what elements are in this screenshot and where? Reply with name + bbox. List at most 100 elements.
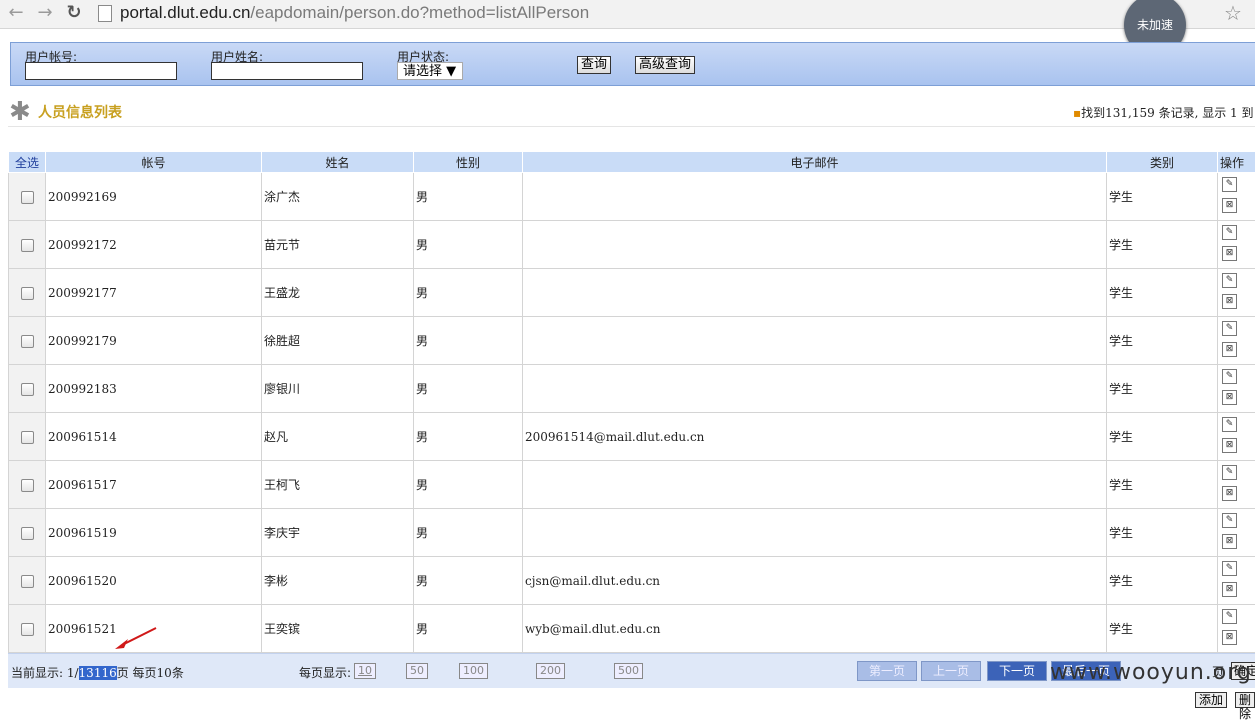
- cell-actions: ✎⊠: [1218, 269, 1255, 317]
- delete-icon[interactable]: ⊠: [1222, 198, 1237, 213]
- watermark: www.wooyun.org: [1050, 660, 1252, 685]
- edit-icon[interactable]: ✎: [1222, 609, 1237, 624]
- first-page-button[interactable]: 第一页: [857, 661, 917, 681]
- header-gender: 性别: [414, 152, 523, 173]
- address-bar[interactable]: portal.dlut.edu.cn/eapdomain/person.do?m…: [120, 2, 589, 24]
- row-checkbox[interactable]: [21, 383, 34, 396]
- page-size-500[interactable]: 500: [614, 663, 643, 679]
- header-type: 类别: [1107, 152, 1218, 173]
- edit-icon[interactable]: ✎: [1222, 465, 1237, 480]
- row-checkbox-cell: [9, 461, 46, 509]
- header-name: 姓名: [262, 152, 414, 173]
- status-select[interactable]: 请选择 ▼: [397, 62, 463, 80]
- edit-icon[interactable]: ✎: [1222, 417, 1237, 432]
- delete-icon[interactable]: ⊠: [1222, 390, 1237, 405]
- delete-icon[interactable]: ⊠: [1222, 486, 1237, 501]
- row-checkbox-cell: [9, 557, 46, 605]
- row-checkbox-cell: [9, 413, 46, 461]
- forward-arrow-icon[interactable]: →: [35, 2, 55, 24]
- cell-type: 学生: [1107, 461, 1218, 509]
- cell-type: 学生: [1107, 317, 1218, 365]
- select-all-header[interactable]: 全选: [9, 152, 46, 173]
- row-checkbox[interactable]: [21, 191, 34, 204]
- cell-name: 李庆宇: [262, 509, 414, 557]
- cell-type: 学生: [1107, 173, 1218, 221]
- edit-icon[interactable]: ✎: [1222, 561, 1237, 576]
- cell-gender: 男: [414, 605, 523, 653]
- edit-icon[interactable]: ✎: [1222, 369, 1237, 384]
- page-size-200[interactable]: 200: [536, 663, 565, 679]
- page-size-50[interactable]: 50: [406, 663, 428, 679]
- advanced-query-button[interactable]: 高级查询: [635, 56, 695, 74]
- row-checkbox-cell: [9, 269, 46, 317]
- row-checkbox[interactable]: [21, 623, 34, 636]
- row-checkbox[interactable]: [21, 479, 34, 492]
- cell-actions: ✎⊠: [1218, 221, 1255, 269]
- row-checkbox-cell: [9, 173, 46, 221]
- edit-icon[interactable]: ✎: [1222, 273, 1237, 288]
- cell-name: 王柯飞: [262, 461, 414, 509]
- delete-icon[interactable]: ⊠: [1222, 438, 1237, 453]
- row-checkbox[interactable]: [21, 287, 34, 300]
- cell-type: 学生: [1107, 557, 1218, 605]
- cell-account: 200992177: [46, 269, 262, 317]
- cell-email: [523, 509, 1107, 557]
- delete-icon[interactable]: ⊠: [1222, 246, 1237, 261]
- cell-email: wyb@mail.dlut.edu.cn: [523, 605, 1107, 653]
- edit-icon[interactable]: ✎: [1222, 225, 1237, 240]
- total-pages: 13116: [79, 666, 117, 680]
- delete-icon[interactable]: ⊠: [1222, 342, 1237, 357]
- edit-icon[interactable]: ✎: [1222, 321, 1237, 336]
- table-row: 200992179徐胜超男学生✎⊠: [9, 317, 1255, 365]
- asterisk-icon: ✱: [9, 100, 31, 124]
- cell-name: 廖银川: [262, 365, 414, 413]
- next-page-button[interactable]: 下一页: [987, 661, 1047, 681]
- cell-email: 200961514@mail.dlut.edu.cn: [523, 413, 1107, 461]
- row-checkbox-cell: [9, 605, 46, 653]
- cell-email: [523, 173, 1107, 221]
- delete-icon[interactable]: ⊠: [1222, 630, 1237, 645]
- prev-page-button[interactable]: 上一页: [921, 661, 981, 681]
- per-page-label: 每页显示:: [299, 664, 351, 681]
- delete-icon[interactable]: ⊠: [1222, 534, 1237, 549]
- row-checkbox-cell: [9, 509, 46, 557]
- cell-email: cjsn@mail.dlut.edu.cn: [523, 557, 1107, 605]
- row-checkbox[interactable]: [21, 527, 34, 540]
- row-checkbox[interactable]: [21, 575, 34, 588]
- cell-name: 苗元节: [262, 221, 414, 269]
- row-checkbox[interactable]: [21, 431, 34, 444]
- edit-icon[interactable]: ✎: [1222, 177, 1237, 192]
- table-row: 200992177王盛龙男学生✎⊠: [9, 269, 1255, 317]
- table-row: 200992169涂广杰男学生✎⊠: [9, 173, 1255, 221]
- cell-email: [523, 221, 1107, 269]
- cell-gender: 男: [414, 413, 523, 461]
- cell-name: 涂广杰: [262, 173, 414, 221]
- dropdown-arrow-icon: ▼: [446, 64, 456, 79]
- add-button[interactable]: 添加: [1195, 692, 1227, 708]
- name-input[interactable]: [211, 62, 363, 80]
- row-checkbox-cell: [9, 365, 46, 413]
- back-arrow-icon[interactable]: ←: [6, 2, 26, 24]
- account-input[interactable]: [25, 62, 177, 80]
- delete-icon[interactable]: ⊠: [1222, 294, 1237, 309]
- page-size-100[interactable]: 100: [459, 663, 488, 679]
- search-bar: 用户帐号: 用户姓名: 用户状态: 请选择 ▼ 查询 高级查询: [10, 42, 1255, 86]
- cell-account: 200961517: [46, 461, 262, 509]
- edit-icon[interactable]: ✎: [1222, 513, 1237, 528]
- row-checkbox[interactable]: [21, 335, 34, 348]
- table-row: 200992172苗元节男学生✎⊠: [9, 221, 1255, 269]
- page-size-10[interactable]: 10: [354, 663, 376, 679]
- cell-type: 学生: [1107, 221, 1218, 269]
- cell-actions: ✎⊠: [1218, 317, 1255, 365]
- query-button[interactable]: 查询: [577, 56, 611, 74]
- cell-name: 徐胜超: [262, 317, 414, 365]
- cell-account: 200961514: [46, 413, 262, 461]
- url-path: /eapdomain/person.do?method=listAllPerso…: [250, 3, 589, 22]
- reload-icon[interactable]: ↻: [64, 2, 84, 24]
- row-checkbox[interactable]: [21, 239, 34, 252]
- delete-button[interactable]: 删除: [1235, 692, 1255, 708]
- delete-icon[interactable]: ⊠: [1222, 582, 1237, 597]
- bookmark-star-icon[interactable]: ☆: [1224, 1, 1242, 25]
- cell-actions: ✎⊠: [1218, 509, 1255, 557]
- person-table: 全选 帐号 姓名 性别 电子邮件 类别 操作 200992169涂广杰男学生✎⊠…: [8, 151, 1255, 653]
